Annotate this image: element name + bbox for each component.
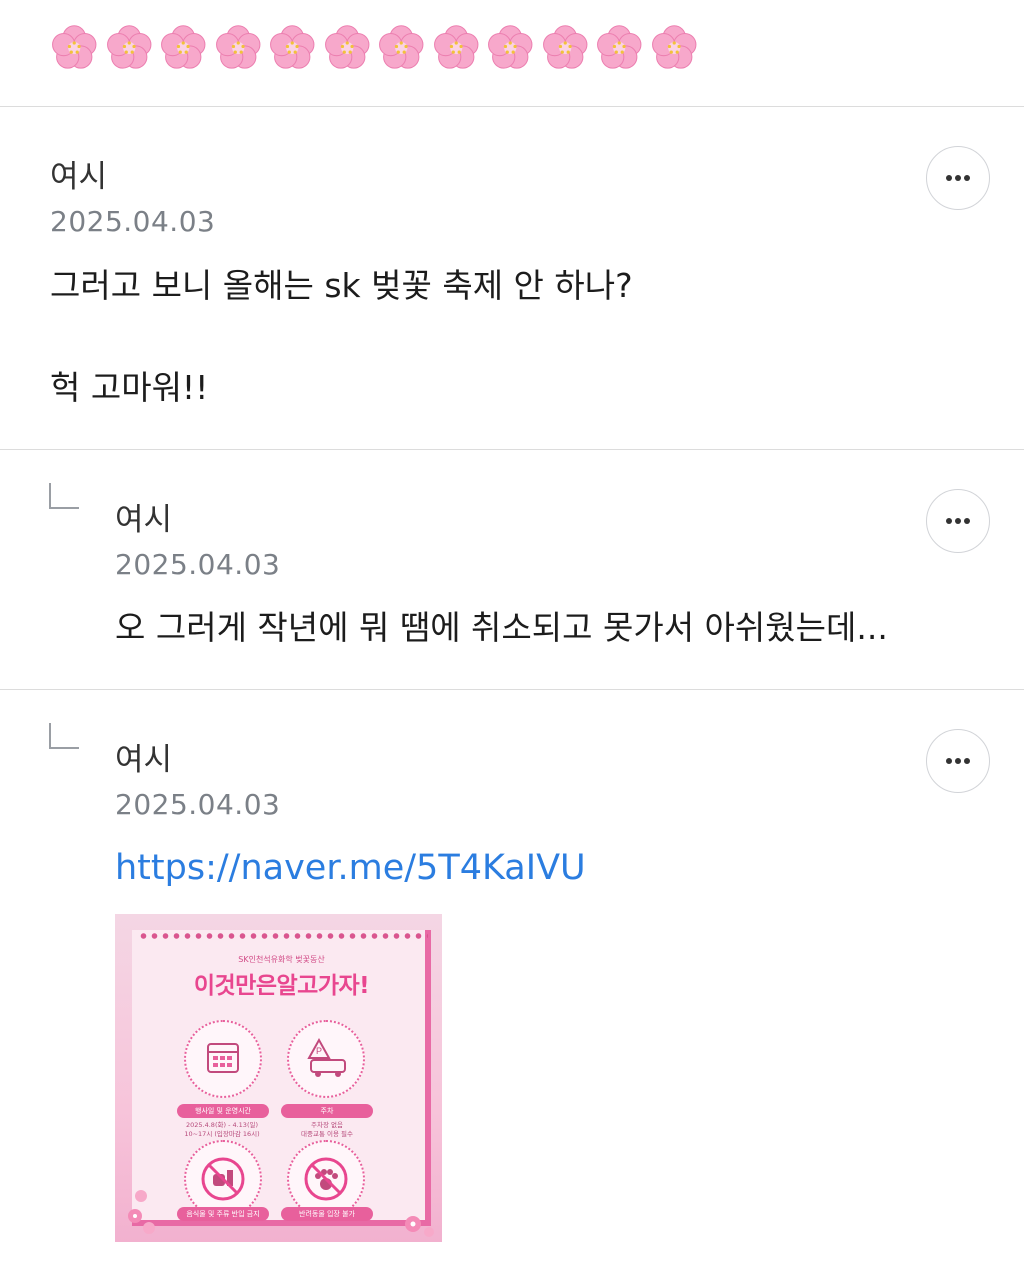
poster-title: 이것만은알고가자! (193, 973, 370, 999)
cherry-blossom-icon (324, 25, 369, 69)
calendar-icon (184, 1020, 262, 1098)
comment: 여시 2025.04.03 그러고 보니 올해는 sk 벚꽃 축제 안 하나? … (0, 107, 1024, 449)
comment-author: 여시 (50, 159, 108, 195)
cherry-blossom-icon (488, 25, 533, 69)
more-options-button[interactable] (926, 489, 990, 553)
comment-date: 2025.04.03 (115, 548, 281, 581)
cherry-blossom-icon (651, 25, 696, 69)
comment-author: 여시 (115, 742, 173, 778)
comment-link[interactable]: https://naver.me/5T4KaIVU (115, 846, 586, 890)
cherry-blossom-icon (215, 25, 260, 69)
cherry-blossom-icon (379, 25, 424, 69)
cherry-blossom-icon (433, 25, 478, 69)
ellipsis-icon (946, 518, 970, 524)
poster-detail-text: 주차장 없음 (311, 1121, 343, 1129)
poster-label-pill: 행사일 및 운영시간 (177, 1104, 269, 1118)
attached-poster-image[interactable]: SK인천석유화학 벚꽃동산 이것만은알고가자! P 행사일 및 운영시간 주차 … (115, 914, 442, 1242)
comment-date: 2025.04.03 (50, 205, 216, 238)
reply-comment: 여시 2025.04.03 오 그러게 작년에 뭐 땜에 취소되고 못가서 아쉬… (0, 450, 1024, 688)
poster-binding-rings (138, 930, 428, 942)
comment-body-line: 오 그러게 작년에 뭐 땜에 취소되고 못가서 아쉬웠는데... (115, 608, 888, 647)
ellipsis-icon (946, 175, 970, 181)
comment-body-line: 그러고 보니 올해는 sk 벚꽃 축제 안 하나? (50, 266, 633, 305)
poster-label-pill: 반려동물 입장 불가 (281, 1207, 373, 1221)
comment-author: 여시 (115, 502, 173, 538)
reply-arrow-icon (49, 483, 79, 509)
cherry-blossom-icon (52, 25, 97, 69)
poster-detail-text: 2025.4.8(화) - 4.13(일) (186, 1121, 258, 1129)
no-parking-car-icon: P (287, 1020, 365, 1098)
comment-body-line: 헉 고마워!! (50, 368, 209, 407)
poster-subtitle: SK인천석유화학 벚꽃동산 (238, 955, 325, 964)
reply-arrow-icon (49, 723, 79, 749)
poster-label-pill: 주차 (281, 1104, 373, 1118)
cherry-blossom-icon (542, 25, 587, 69)
ellipsis-icon (946, 758, 970, 764)
cherry-blossom-row (50, 20, 698, 74)
more-options-button[interactable] (926, 729, 990, 793)
more-options-button[interactable] (926, 146, 990, 210)
poster-detail-text: 대중교통 이용 필수 (301, 1130, 353, 1138)
svg-text:P: P (316, 1046, 322, 1056)
poster-paper: SK인천석유화학 벚꽃동산 이것만은알고가자! P 행사일 및 운영시간 주차 … (132, 930, 431, 1226)
cherry-blossom-icon (597, 25, 642, 69)
poster-flower-decoration-icon (128, 1190, 155, 1234)
cherry-blossom-icon (270, 25, 315, 69)
poster-detail-text: 10~17시 (입장마감 16시) (184, 1130, 260, 1138)
poster-label-pill: 음식물 및 주류 반입 금지 (177, 1207, 269, 1221)
cherry-blossom-icon (106, 25, 151, 69)
comment-date: 2025.04.03 (115, 788, 281, 821)
cherry-blossom-icon (161, 25, 206, 69)
poster-flower-decoration-icon (405, 1216, 434, 1237)
